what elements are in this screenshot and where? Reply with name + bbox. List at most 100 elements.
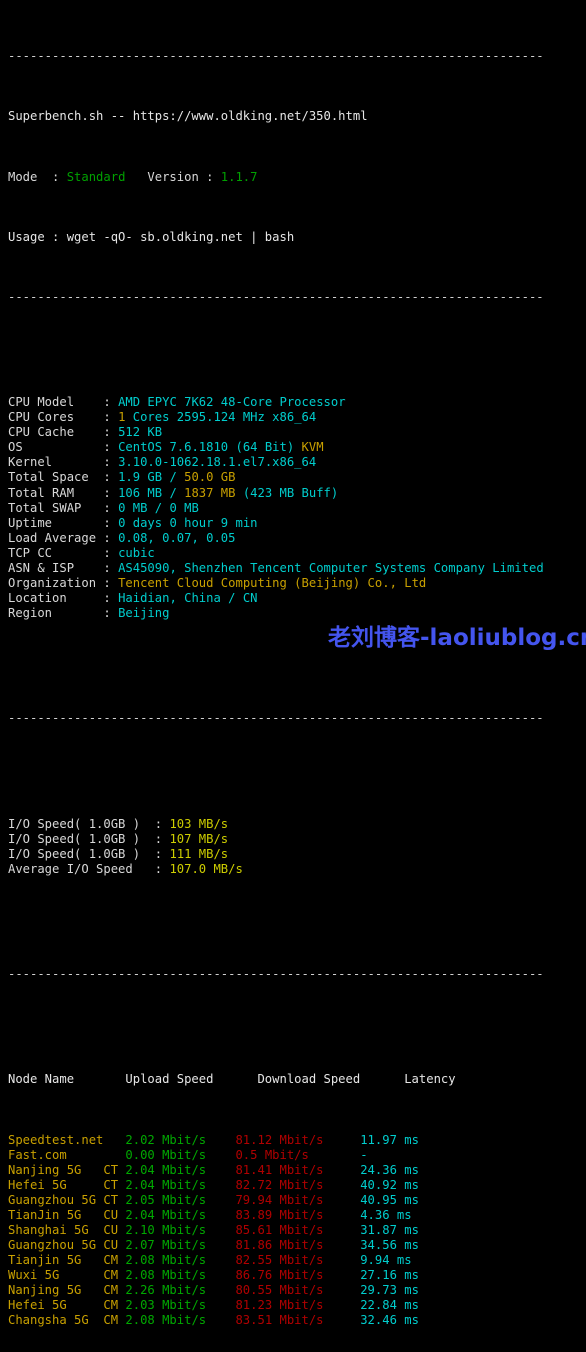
io-speed-label: I/O Speed( 1.0GB )	[8, 831, 155, 846]
sysinfo-row: OS : CentOS 7.6.1810 (64 Bit) KVM	[0, 440, 586, 455]
sysinfo-colon: :	[103, 395, 119, 410]
speedtest-download-speed: 81.23 Mbit/s	[235, 1298, 361, 1313]
sysinfo-row: Region : Beijing	[0, 606, 586, 621]
speedtest-row: Nanjing 5G CM 2.26 Mbit/s 80.55 Mbit/s 2…	[0, 1283, 586, 1298]
speedtest-row: Hefei 5G CT 2.04 Mbit/s 82.72 Mbit/s 40.…	[0, 1178, 586, 1193]
speedtest-download-speed: 82.55 Mbit/s	[235, 1252, 361, 1267]
speedtest-node-name: Speedtest.net	[8, 1132, 126, 1147]
speedtest-download-speed: 82.72 Mbit/s	[235, 1177, 361, 1192]
speedtest-node-name: Changsha 5G CM	[8, 1313, 126, 1328]
speedtest-latency: -	[360, 1147, 368, 1162]
io-speed-row: Average I/O Speed : 107.0 MB/s	[0, 862, 586, 877]
speedtest-row: Guangzhou 5G CT 2.05 Mbit/s 79.94 Mbit/s…	[0, 1193, 586, 1208]
io-speed-colon: :	[154, 831, 170, 846]
sysinfo-label: Uptime	[8, 515, 104, 530]
speedtest-latency: 40.92 ms	[360, 1177, 419, 1192]
speedtest-download-speed: 0.5 Mbit/s	[235, 1147, 361, 1162]
sysinfo-row: Uptime : 0 days 0 hour 9 min	[0, 516, 586, 531]
sysinfo-label: CPU Model	[8, 395, 104, 410]
io-speed-value: 107 MB/s	[169, 831, 229, 846]
sysinfo-row: Load Average : 0.08, 0.07, 0.05	[0, 531, 586, 546]
speedtest-download-speed: 81.86 Mbit/s	[235, 1237, 361, 1252]
speedtest-latency: 40.95 ms	[360, 1192, 419, 1207]
separator-top: ----------------------------------------…	[8, 49, 544, 64]
sysinfo-row: Total Space : 1.9 GB / 50.0 GB	[0, 470, 586, 485]
sysinfo-colon: :	[103, 530, 119, 545]
usage-text: Usage : wget -qO- sb.oldking.net | bash	[8, 229, 295, 244]
watermark-laoliublog: 老刘博客-laoliublog.cn	[328, 625, 586, 651]
speedtest-download-speed: 80.55 Mbit/s	[235, 1282, 361, 1297]
speedtest-upload-speed: 2.04 Mbit/s	[125, 1162, 236, 1177]
sysinfo-label: Region	[8, 605, 104, 620]
sysinfo-label: OS	[8, 440, 104, 455]
speedtest-upload-speed: 0.00 Mbit/s	[125, 1147, 236, 1162]
sysinfo-label: Kernel	[8, 455, 104, 470]
speedtest-node-name: Hefei 5G CT	[8, 1177, 126, 1192]
header-title-line: Superbench.sh -- https://www.oldking.net…	[0, 109, 586, 124]
speedtest-latency: 27.16 ms	[360, 1267, 419, 1282]
io-speed-value: 103 MB/s	[169, 816, 229, 831]
sysinfo-colon: :	[103, 515, 119, 530]
sysinfo-colon: :	[103, 545, 119, 560]
speedtest-node-name: Nanjing 5G CM	[8, 1282, 126, 1297]
sysinfo-colon: :	[103, 605, 119, 620]
sysinfo-colon: :	[103, 440, 119, 455]
speedtest-row: Changsha 5G CM 2.08 Mbit/s 83.51 Mbit/s …	[0, 1313, 586, 1328]
speedtest-download-speed: 79.94 Mbit/s	[235, 1192, 361, 1207]
sysinfo-value-part: AS45090, Shenzhen Tencent Computer Syste…	[118, 560, 544, 575]
sysinfo-colon: :	[103, 455, 119, 470]
io-speed-row: I/O Speed( 1.0GB ) : 103 MB/s	[0, 817, 586, 832]
io-speed-label: I/O Speed( 1.0GB )	[8, 846, 155, 861]
speedtest-row: Speedtest.net 2.02 Mbit/s 81.12 Mbit/s 1…	[0, 1133, 586, 1148]
speedtest-latency: 24.36 ms	[360, 1162, 419, 1177]
speedtest-rows: Speedtest.net 2.02 Mbit/s 81.12 Mbit/s 1…	[0, 1133, 586, 1329]
mode-label: Mode :	[8, 169, 67, 184]
sysinfo-colon: :	[103, 425, 119, 440]
speedtest-latency: 32.46 ms	[360, 1313, 419, 1328]
sysinfo-label: Location	[8, 590, 104, 605]
speedtest-node-name: Guangzhou 5G CU	[8, 1237, 126, 1252]
sysinfo-value-part: (423 MB Buff)	[235, 485, 339, 500]
speedtest-upload-speed: 2.03 Mbit/s	[125, 1298, 236, 1313]
version-value: 1.1.7	[220, 169, 258, 184]
speedtest-upload-speed: 2.07 Mbit/s	[125, 1237, 236, 1252]
sysinfo-row: Location : Haidian, China / CN	[0, 591, 586, 606]
sysinfo-value-part: 50.0 GB	[184, 470, 236, 485]
sysinfo-value-part: KVM	[301, 440, 324, 455]
io-speed-row: I/O Speed( 1.0GB ) : 107 MB/s	[0, 832, 586, 847]
sysinfo-value-part: MHz x86_64	[235, 410, 317, 425]
sysinfo-row: Organization : Tencent Cloud Computing (…	[0, 576, 586, 591]
sysinfo-label: Total SWAP	[8, 500, 104, 515]
speedtest-node-name: Wuxi 5G CM	[8, 1267, 126, 1282]
sysinfo-label: TCP CC	[8, 545, 104, 560]
speedtest-node-name: TianJin 5G CU	[8, 1207, 126, 1222]
speedtest-row: TianJin 5G CU 2.04 Mbit/s 83.89 Mbit/s 4…	[0, 1208, 586, 1223]
sysinfo-value-part: 512 KB	[118, 425, 163, 440]
terminal-output: ----------------------------------------…	[0, 0, 586, 1352]
sysinfo-colon: :	[103, 575, 119, 590]
sysinfo-value-part: 1837 MB	[184, 485, 236, 500]
speedtest-row: Fast.com 0.00 Mbit/s 0.5 Mbit/s -	[0, 1148, 586, 1163]
sysinfo-label: CPU Cores	[8, 410, 104, 425]
speedtest-upload-speed: 2.08 Mbit/s	[125, 1252, 236, 1267]
version-label: Version :	[125, 169, 221, 184]
sysinfo-value-part: 0 days 0 hour 9 min	[118, 515, 258, 530]
sysinfo-row: TCP CC : cubic	[0, 546, 586, 561]
sysinfo-value-part: Cores	[125, 410, 177, 425]
io-speed-colon: :	[154, 861, 170, 876]
sysinfo-value-part: 2595.124	[176, 410, 236, 425]
sysinfo-row: Total RAM : 106 MB / 1837 MB (423 MB Buf…	[0, 486, 586, 501]
speedtest-node-name: Hefei 5G CM	[8, 1298, 126, 1313]
speedtest-latency: 9.94 ms	[360, 1252, 412, 1267]
system-info-block: CPU Model : AMD EPYC 7K62 48-Core Proces…	[0, 395, 586, 621]
sysinfo-colon: :	[103, 485, 119, 500]
speedtest-latency: 29.73 ms	[360, 1282, 419, 1297]
speedtest-latency: 22.84 ms	[360, 1298, 419, 1313]
sysinfo-value-part: /	[162, 470, 185, 485]
sysinfo-row: ASN & ISP : AS45090, Shenzhen Tencent Co…	[0, 561, 586, 576]
speedtest-header-text: Node Name Upload Speed Download Speed La…	[8, 1072, 456, 1087]
speedtest-latency: 11.97 ms	[360, 1132, 419, 1147]
